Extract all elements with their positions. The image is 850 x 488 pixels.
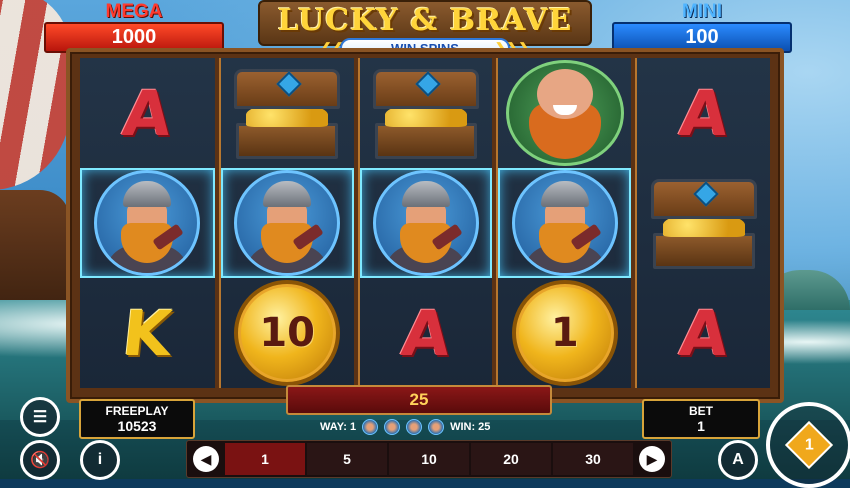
hamburger-menu-icon: ☰ bbox=[32, 409, 48, 426]
reel-cell-winning bbox=[221, 168, 354, 278]
viking-mini-icon bbox=[428, 419, 445, 435]
bet-option-20[interactable]: 20 bbox=[471, 443, 551, 475]
viking-symbol-icon bbox=[234, 170, 341, 276]
reel-2: 10 bbox=[218, 58, 354, 388]
viking-mini-icon bbox=[406, 419, 423, 435]
info-button[interactable]: i bbox=[80, 440, 120, 480]
symbol-k: K bbox=[119, 296, 176, 370]
bet-option-1[interactable]: 1 bbox=[225, 443, 305, 475]
bet-option-30[interactable]: 30 bbox=[553, 443, 633, 475]
reel-cell: A bbox=[637, 278, 770, 388]
sound-button[interactable]: 🔇 bbox=[20, 440, 60, 480]
speaker-muted-icon: 🔇 bbox=[30, 452, 50, 469]
coin-value: 10 bbox=[259, 310, 316, 356]
gold-coin-icon: 10 bbox=[234, 280, 341, 386]
reel-cell-winning bbox=[360, 168, 493, 278]
bet-box: BET 1 bbox=[642, 399, 760, 439]
mini-jackpot: MINI 100 bbox=[612, 1, 792, 53]
info-icon: i bbox=[97, 451, 103, 468]
arrow-right-icon: ▶ bbox=[646, 450, 658, 467]
reel-cell: A bbox=[360, 278, 493, 388]
reel-1: A K bbox=[80, 58, 215, 388]
reel-cell-winning bbox=[498, 168, 631, 278]
symbol-a: A bbox=[398, 296, 454, 370]
reel-cell-winning bbox=[80, 168, 215, 278]
spin-level: 1 bbox=[804, 436, 814, 453]
gold-coin-icon: 1 bbox=[511, 280, 618, 386]
symbol-a: A bbox=[119, 76, 176, 150]
autoplay-button[interactable]: A bbox=[718, 440, 758, 480]
reel-cell: A bbox=[637, 58, 770, 168]
menu-button[interactable]: ☰ bbox=[20, 397, 60, 437]
reel-cell bbox=[221, 58, 354, 168]
reel-cell: A bbox=[80, 58, 215, 168]
reel-cell bbox=[637, 168, 770, 278]
bet-next-button[interactable]: ▶ bbox=[639, 446, 665, 472]
reel-grid: A K 10 A 1 A A bbox=[80, 58, 770, 388]
way-label: WAY: 1 bbox=[320, 421, 357, 433]
viking-symbol-icon bbox=[511, 170, 618, 276]
bet-value: 1 bbox=[697, 418, 705, 434]
viking-symbol-icon bbox=[94, 170, 201, 276]
treasure-chest-icon bbox=[367, 67, 485, 159]
mini-jackpot-label: MINI bbox=[681, 1, 723, 22]
win-amount: 25 bbox=[286, 385, 552, 415]
win-label: WIN: 25 bbox=[450, 421, 491, 433]
bet-options: 1 5 10 20 30 bbox=[225, 443, 633, 475]
freeplay-value: 10523 bbox=[117, 418, 157, 434]
bet-label: BET bbox=[689, 404, 713, 418]
reel-4: 1 bbox=[496, 58, 632, 388]
mega-jackpot-label: MEGA bbox=[105, 1, 163, 22]
symbol-a: A bbox=[675, 296, 732, 370]
bet-selector: ◀ 1 5 10 20 30 ▶ bbox=[186, 440, 672, 478]
spin-icon: 1 bbox=[784, 420, 834, 470]
reel-cell: 1 bbox=[498, 278, 631, 388]
bet-option-5[interactable]: 5 bbox=[307, 443, 387, 475]
mega-jackpot: MEGA 1000 bbox=[44, 1, 224, 53]
arrow-left-icon: ◀ bbox=[200, 450, 212, 467]
autoplay-icon: A bbox=[732, 451, 744, 468]
treasure-chest-icon bbox=[228, 67, 346, 159]
reel-frame: A K 10 A 1 A A bbox=[66, 48, 784, 403]
freeplay-box: FREEPLAY 10523 bbox=[79, 399, 195, 439]
spin-button[interactable]: 1 bbox=[766, 402, 850, 488]
ship-hull bbox=[0, 190, 70, 310]
freeplay-label: FREEPLAY bbox=[105, 404, 169, 418]
viking-mini-icon bbox=[384, 419, 401, 435]
coin-value: 1 bbox=[550, 310, 579, 356]
reel-cell bbox=[498, 58, 631, 168]
reel-cell: K bbox=[80, 278, 215, 388]
reel-cell: 10 bbox=[221, 278, 354, 388]
viking-symbol-icon bbox=[372, 170, 479, 276]
reel-3: A bbox=[357, 58, 493, 388]
dwarf-symbol-icon bbox=[505, 60, 624, 166]
bet-prev-button[interactable]: ◀ bbox=[193, 446, 219, 472]
viking-mini-icon bbox=[362, 419, 379, 435]
way-info: WAY: 1 WIN: 25 bbox=[320, 419, 490, 435]
reel-cell bbox=[360, 58, 493, 168]
treasure-chest-icon bbox=[645, 177, 763, 269]
bet-option-10[interactable]: 10 bbox=[389, 443, 469, 475]
reel-5: A A bbox=[635, 58, 770, 388]
logo-title: LUCKY & BRAVE bbox=[277, 3, 573, 38]
symbol-a: A bbox=[675, 76, 732, 150]
